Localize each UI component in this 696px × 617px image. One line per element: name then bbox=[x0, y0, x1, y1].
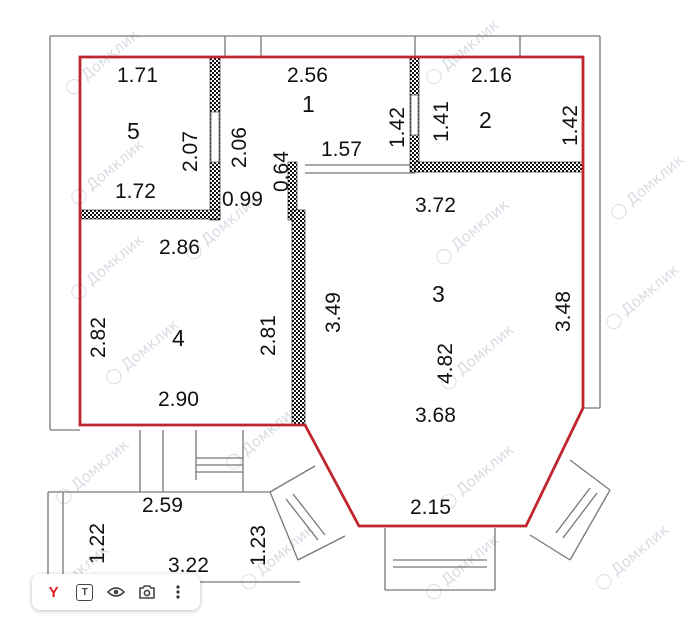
balcony-dim-c: 1.23 bbox=[247, 525, 270, 566]
room-5-dim-c: 1.72 bbox=[115, 180, 156, 203]
room-4-dim-a: 2.86 bbox=[159, 236, 200, 259]
room-1-number: 1 bbox=[302, 91, 315, 117]
room-3-dim-e: 3.68 bbox=[415, 404, 456, 427]
eye-icon-glyph bbox=[106, 587, 125, 597]
floor-plan: ◯ Домклик ◯ Домклик ◯ Домклик ◯ Домклик ◯ До… bbox=[31, 16, 687, 613]
room-1-dim-e: 0.64 bbox=[270, 151, 293, 192]
room-3-dim-d: 4.82 bbox=[434, 343, 457, 384]
text-recognition-icon-label: T bbox=[76, 583, 94, 601]
balcony-dim-b: 1.22 bbox=[86, 523, 109, 564]
watermark-text: ◯ Домклик bbox=[606, 151, 687, 223]
camera-search-icon[interactable] bbox=[134, 579, 160, 605]
watermark-text: ◯ Домклик bbox=[101, 316, 182, 388]
more-icon[interactable] bbox=[165, 579, 191, 605]
room-2-dim-a: 2.16 bbox=[471, 64, 512, 87]
room-3-dim-c: 3.48 bbox=[552, 291, 575, 332]
interior-walls bbox=[79, 56, 584, 426]
room-5-number: 5 bbox=[127, 118, 140, 144]
room-2-number: 2 bbox=[479, 107, 492, 133]
room-5-dim-b: 2.07 bbox=[179, 131, 202, 172]
room-4-dim-c: 2.81 bbox=[257, 315, 280, 356]
room-1-dim-b: 2.06 bbox=[228, 127, 251, 168]
room-3-dim-f: 2.15 bbox=[410, 496, 451, 519]
room-3-number: 3 bbox=[432, 281, 445, 307]
room-1-dim-d: 1.57 bbox=[321, 138, 362, 161]
balcony-dim-a: 2.59 bbox=[142, 494, 183, 517]
watermark-text: ◯ Домклик bbox=[601, 261, 682, 333]
room-3-dim-b: 3.49 bbox=[322, 292, 345, 333]
more-icon-glyph bbox=[176, 585, 180, 599]
room-1-dim-a: 2.56 bbox=[287, 64, 328, 87]
room-2-dim-b: 1.41 bbox=[430, 101, 453, 142]
room-1-dim-c: 1.42 bbox=[386, 107, 409, 148]
watermark-text: ◯ Домклик bbox=[66, 231, 147, 303]
room-4-dim-b: 2.82 bbox=[87, 317, 110, 358]
yandex-icon[interactable]: Y bbox=[41, 579, 67, 605]
watermark-text: ◯ Домклик bbox=[591, 521, 672, 593]
yandex-icon-label: Y bbox=[48, 583, 59, 601]
room-3-dim-a: 3.72 bbox=[415, 194, 456, 217]
eye-icon[interactable] bbox=[103, 579, 129, 605]
room-5-dim-a: 1.71 bbox=[117, 64, 158, 87]
room-2-dim-c: 1.42 bbox=[559, 105, 582, 146]
room-4-number: 4 bbox=[172, 325, 185, 351]
text-recognition-icon[interactable]: T bbox=[72, 579, 98, 605]
room-4-dim-d: 2.90 bbox=[158, 388, 199, 411]
camera-search-icon-glyph bbox=[139, 585, 155, 599]
watermark-text: ◯ Домклик bbox=[221, 401, 302, 473]
image-toolbar: Y T bbox=[32, 574, 200, 610]
room-1-dim-f: 0.99 bbox=[222, 188, 263, 211]
watermark-layer: ◯ Домклик ◯ Домклик ◯ Домклик ◯ Домклик ◯ До… bbox=[31, 16, 687, 613]
